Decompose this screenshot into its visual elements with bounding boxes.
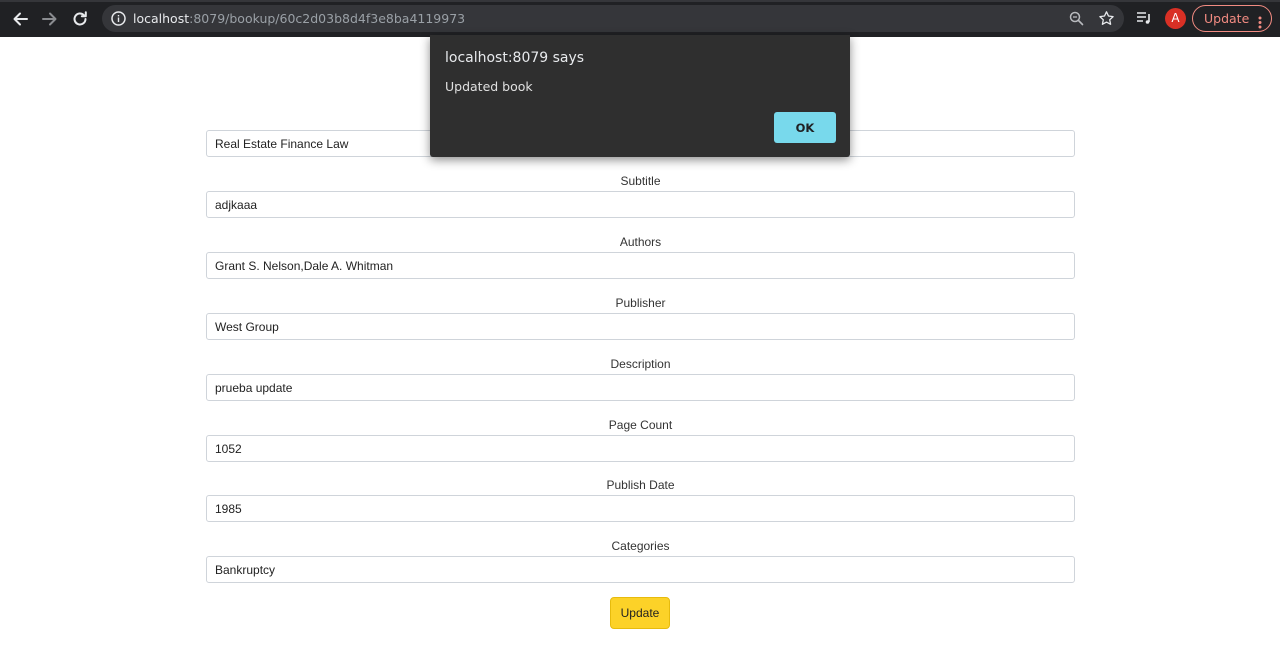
dialog-message: Updated book: [445, 79, 533, 94]
profile-avatar[interactable]: A: [1165, 8, 1186, 29]
url-host: localhost: [133, 11, 190, 26]
star-icon[interactable]: [1098, 10, 1115, 27]
publisher-input[interactable]: [206, 313, 1075, 340]
reload-icon[interactable]: [69, 8, 91, 30]
categories-field: Categories: [206, 539, 1075, 583]
kebab-menu-icon: [1258, 12, 1262, 29]
publish-date-label: Publish Date: [606, 478, 675, 492]
media-queue-icon[interactable]: [1134, 8, 1154, 28]
toolbar-divider: [0, 0, 1280, 2]
description-input[interactable]: [206, 374, 1075, 401]
dialog-ok-button[interactable]: OK: [774, 112, 836, 143]
browser-toolbar: localhost:8079/bookup/60c2d03b8d4f3e8ba4…: [0, 0, 1280, 37]
alert-dialog: localhost:8079 says Updated book OK: [430, 35, 850, 157]
description-label: Description: [610, 357, 671, 371]
dialog-title: localhost:8079 says: [445, 50, 585, 66]
categories-input[interactable]: [206, 556, 1075, 583]
back-icon[interactable]: [9, 8, 31, 30]
zoom-icon[interactable]: [1068, 10, 1085, 27]
forward-icon[interactable]: [39, 8, 61, 30]
subtitle-input[interactable]: [206, 191, 1075, 218]
publish-date-field: Publish Date: [206, 478, 1075, 522]
url-text[interactable]: localhost:8079/bookup/60c2d03b8d4f3e8ba4…: [133, 10, 465, 27]
page-count-input[interactable]: [206, 435, 1075, 462]
address-bar[interactable]: localhost:8079/bookup/60c2d03b8d4f3e8ba4…: [102, 5, 1124, 32]
publish-date-input[interactable]: [206, 495, 1075, 522]
subtitle-label: Subtitle: [620, 174, 661, 188]
subtitle-field: Subtitle: [206, 174, 1075, 218]
page-count-label: Page Count: [608, 418, 673, 432]
authors-field: Authors: [206, 235, 1075, 279]
publisher-label: Publisher: [615, 296, 666, 310]
description-field: Description: [206, 357, 1075, 401]
publisher-field: Publisher: [206, 296, 1075, 340]
info-icon[interactable]: [110, 10, 127, 27]
update-button[interactable]: Update: [610, 597, 670, 629]
chrome-update-label: Update: [1204, 11, 1250, 26]
authors-label: Authors: [619, 235, 662, 249]
authors-input[interactable]: [206, 252, 1075, 279]
chrome-update-button[interactable]: Update: [1192, 5, 1272, 32]
page-count-field: Page Count: [206, 418, 1075, 462]
categories-label: Categories: [611, 539, 670, 553]
url-path: :8079/bookup/60c2d03b8d4f3e8ba4119973: [189, 11, 466, 26]
